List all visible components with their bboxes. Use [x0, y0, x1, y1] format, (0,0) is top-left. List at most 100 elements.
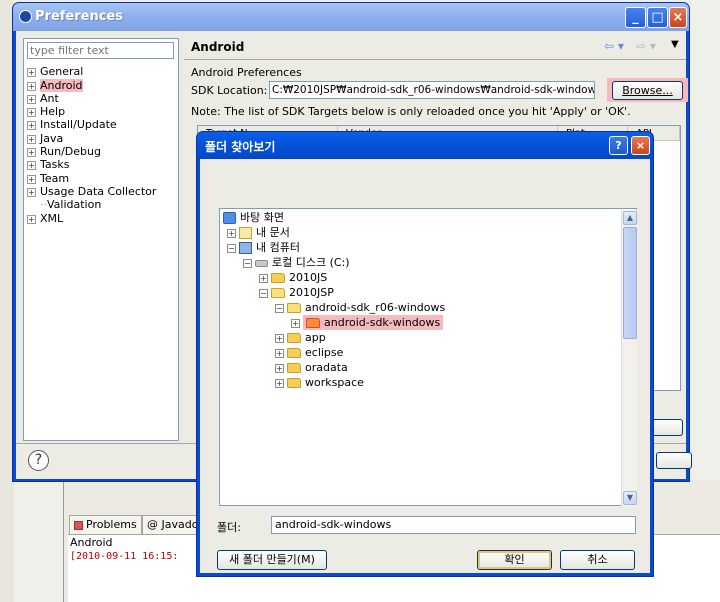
tree-item-label: Usage Data Collector — [40, 185, 157, 198]
apply-button[interactable] — [651, 419, 683, 436]
tree-node-label: oradata — [305, 361, 348, 374]
collapse-icon[interactable]: − — [275, 303, 284, 313]
dialog-body: 바탕 화면 + 내 문서 − 내 컴퓨터 − 로컬 디스크 (C:) +2010JS … — [200, 159, 650, 573]
tree-node-local-disk[interactable]: − 로컬 디스크 (C:) — [243, 255, 350, 270]
expand-icon[interactable]: + — [27, 160, 36, 170]
scroll-up-icon[interactable]: ▲ — [623, 211, 637, 225]
expand-icon[interactable]: + — [27, 107, 36, 117]
preferences-title: Preferences — [35, 9, 123, 24]
folder-input[interactable]: android-sdk-windows — [271, 516, 636, 534]
ok-button[interactable] — [656, 452, 692, 469]
cancel-button[interactable]: 취소 — [560, 550, 635, 570]
forward-icon[interactable]: ⇨ ▾ — [636, 39, 656, 53]
expand-icon[interactable]: + — [27, 67, 36, 77]
eclipse-icon — [19, 10, 32, 23]
tree-item-xml[interactable]: + XML — [27, 212, 63, 225]
expand-icon[interactable]: + — [291, 318, 300, 328]
tree-scrollbar[interactable]: ▲ ▼ — [621, 210, 637, 506]
tree-item-label: Run/Debug — [40, 145, 101, 158]
expand-icon[interactable]: + — [227, 228, 236, 238]
tree-node-desktop[interactable]: 바탕 화면 — [223, 210, 284, 225]
expand-icon[interactable]: + — [27, 134, 36, 144]
tree-item-java[interactable]: + Java — [27, 132, 63, 145]
tree-item-tasks[interactable]: + Tasks — [27, 158, 69, 171]
tree-item-label: Java — [40, 132, 64, 145]
expand-icon[interactable]: + — [275, 378, 284, 388]
sdk-location-input[interactable]: C:₩2010JSP₩android-sdk_r06-windows₩andro… — [269, 81, 595, 99]
tree-node-oradata[interactable]: + oradata — [275, 360, 348, 375]
expand-icon[interactable]: + — [27, 214, 36, 224]
collapse-icon[interactable]: − — [259, 288, 268, 298]
collapse-icon[interactable]: − — [227, 243, 236, 253]
expand-icon[interactable]: + — [27, 94, 36, 104]
collapse-icon[interactable]: − — [243, 258, 252, 268]
tab-javadoc[interactable]: @ Javado — [142, 515, 198, 535]
tree-node-my-computer[interactable]: − 내 컴퓨터 — [227, 240, 300, 255]
scroll-down-icon[interactable]: ▼ — [623, 491, 637, 505]
tree-item-team[interactable]: + Team — [27, 172, 69, 185]
expand-icon[interactable]: + — [27, 81, 36, 91]
tree-item-label: Tasks — [40, 158, 70, 171]
tree-node-2010js[interactable]: +2010JS — [259, 270, 327, 285]
folder-icon — [271, 273, 285, 283]
expand-icon[interactable]: + — [275, 348, 284, 358]
tab-problems[interactable]: Problems — [69, 515, 142, 535]
tree-item-label: Help — [40, 105, 66, 118]
page-subtitle: Android Preferences — [191, 66, 302, 79]
minimize-button[interactable]: _ — [625, 7, 646, 28]
problems-icon — [74, 520, 83, 530]
close-button[interactable]: × — [669, 7, 687, 28]
expand-icon[interactable]: + — [27, 187, 36, 197]
filter-input[interactable] — [27, 42, 174, 59]
tree-item-label: XML — [40, 212, 64, 225]
tree-item-label: Validation — [47, 198, 102, 211]
view-menu-icon[interactable]: ▼ — [671, 39, 679, 50]
tree-node-eclipse[interactable]: + eclipse — [275, 345, 343, 360]
ok-button[interactable]: 확인 — [477, 550, 552, 570]
tree-node-workspace[interactable]: + workspace — [275, 375, 364, 390]
tree-item-install-update[interactable]: + Install/Update — [27, 118, 117, 131]
tree-item-usage-data-collector[interactable]: + Usage Data Collector — [27, 185, 156, 198]
dialog-close-button[interactable]: × — [631, 136, 650, 155]
expand-icon[interactable]: + — [275, 363, 284, 373]
tree-item-android[interactable]: + Android — [27, 79, 83, 92]
scroll-thumb[interactable] — [623, 227, 637, 339]
tree-item-label: Android — [40, 79, 83, 92]
tree-node-app[interactable]: + app — [275, 330, 326, 345]
tree-node-android-sdk-windows[interactable]: + android-sdk-windows — [291, 315, 444, 330]
tree-node-android-sdk-r06-windows[interactable]: − android-sdk_r06-windows — [275, 300, 445, 315]
folder-icon — [287, 363, 301, 373]
tree-item-run-debug[interactable]: + Run/Debug — [27, 145, 101, 158]
tree-item-validation[interactable]: ··Validation — [40, 198, 101, 211]
folder-selected-icon — [306, 318, 320, 328]
maximize-button[interactable]: □ — [647, 7, 668, 28]
new-folder-button[interactable]: 새 폴더 만들기(M) — [217, 550, 327, 570]
preferences-title-bar[interactable]: Preferences _ □ × — [13, 3, 689, 31]
dialog-title-bar[interactable]: 폴더 찾아보기 ? × — [197, 132, 653, 160]
tree-node-label: 내 문서 — [256, 226, 290, 239]
dialog-help-button[interactable]: ? — [609, 136, 628, 155]
browse-button[interactable]: Browse... — [612, 81, 683, 100]
tree-item-help[interactable]: + Help — [27, 105, 65, 118]
tree-node-my-documents[interactable]: + 내 문서 — [227, 225, 290, 240]
tree-node-label: workspace — [305, 376, 364, 389]
tree-item-ant[interactable]: + Ant — [27, 92, 59, 105]
tree-node-label: 로컬 디스크 (C:) — [272, 256, 350, 269]
expand-icon[interactable]: + — [275, 333, 284, 343]
folder-icon — [287, 378, 301, 388]
at-icon: @ — [147, 518, 162, 531]
expand-icon[interactable]: + — [27, 120, 36, 130]
tree-item-general[interactable]: + General — [27, 65, 83, 78]
drive-icon — [255, 259, 268, 267]
folder-open-icon — [287, 303, 301, 313]
tree-node-label: 2010JS — [289, 271, 328, 284]
expand-icon[interactable]: + — [259, 273, 268, 283]
folder-label: 폴더: — [217, 521, 241, 534]
back-icon[interactable]: ⇦ ▾ — [604, 39, 624, 53]
tree-node-2010jsp[interactable]: − 2010JSP — [259, 285, 334, 300]
expand-icon[interactable]: + — [27, 147, 36, 157]
tree-node-label: android-sdk_r06-windows — [305, 301, 446, 314]
tree-item-label: General — [40, 65, 84, 78]
expand-icon[interactable]: + — [27, 174, 36, 184]
help-icon[interactable]: ? — [28, 450, 49, 471]
